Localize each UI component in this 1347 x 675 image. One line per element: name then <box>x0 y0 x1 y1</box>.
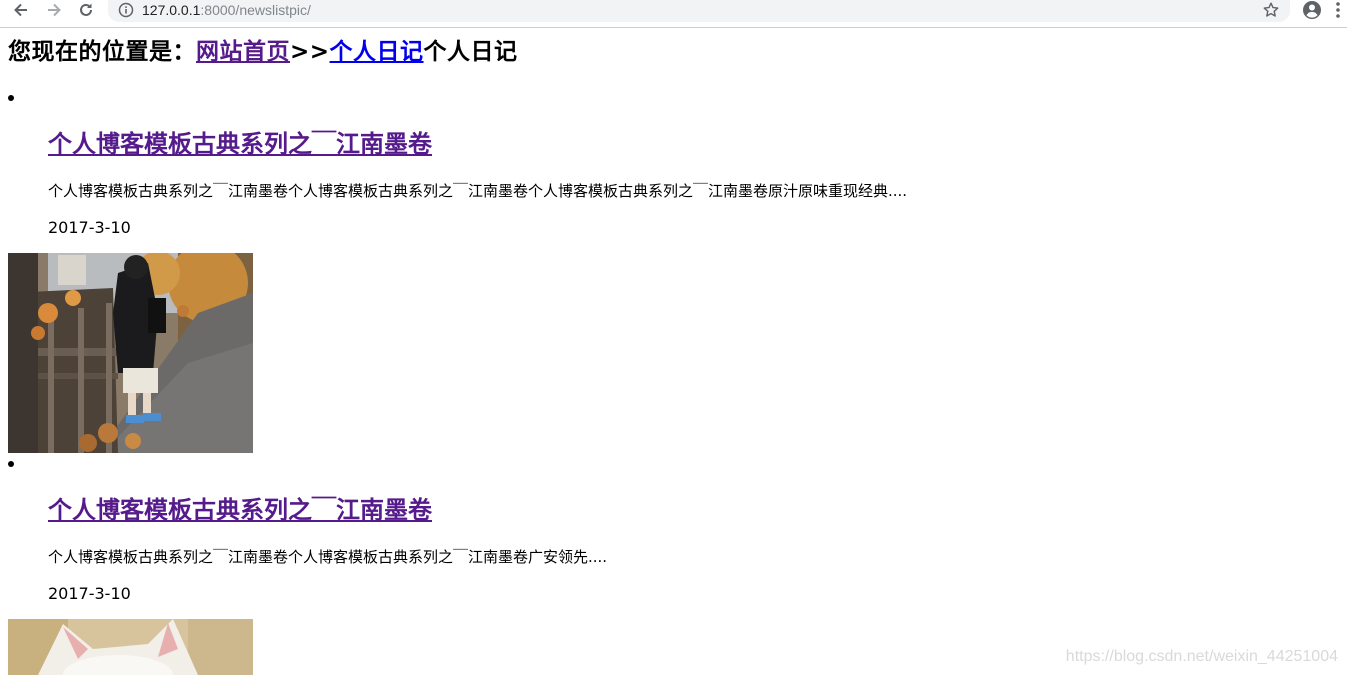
forward-button[interactable] <box>41 0 67 20</box>
article-date: 2017-3-10 <box>48 584 131 603</box>
list-bullet <box>8 95 14 101</box>
breadcrumb: 您现在的位置是：网站首页>>个人日记个人日记 <box>8 37 518 67</box>
back-button[interactable] <box>8 0 34 20</box>
watermark: https://blog.csdn.net/weixin_44251004 <box>1065 648 1338 665</box>
url-host: 127.0.0.1 <box>142 2 201 18</box>
more-vert-icon[interactable] <box>1335 1 1341 19</box>
address-bar[interactable]: 127.0.0.1:8000/newslistpic/ <box>108 0 1290 22</box>
article-image[interactable] <box>8 619 253 675</box>
article-title-link[interactable]: 个人博客模板古典系列之￣江南墨卷 <box>48 129 432 159</box>
url-text[interactable]: 127.0.0.1:8000/newslistpic/ <box>142 1 311 19</box>
article-title-link[interactable]: 个人博客模板古典系列之￣江南墨卷 <box>48 495 432 525</box>
white-cat-photo <box>8 619 253 675</box>
forward-arrow-icon <box>48 3 61 17</box>
breadcrumb-category-link[interactable]: 个人日记 <box>330 39 424 65</box>
list-bullet <box>8 461 14 467</box>
browser-toolbar: 127.0.0.1:8000/newslistpic/ <box>0 0 1347 28</box>
list-item: 个人博客模板古典系列之￣江南墨卷 个人博客模板古典系列之￣江南墨卷个人博客模板古… <box>0 95 1347 453</box>
profile-icon[interactable] <box>1302 0 1322 20</box>
article-image[interactable] <box>8 253 253 453</box>
star-icon[interactable] <box>1262 1 1280 19</box>
url-path: :8000/newslistpic/ <box>200 2 311 18</box>
reload-button[interactable] <box>73 0 99 20</box>
article-summary: 个人博客模板古典系列之￣江南墨卷个人博客模板古典系列之￣江南墨卷个人博客模板古典… <box>48 182 908 200</box>
list-item: 个人博客模板古典系列之￣江南墨卷 个人博客模板古典系列之￣江南墨卷个人博客模板古… <box>0 461 1347 675</box>
back-arrow-icon <box>14 3 27 17</box>
page-content: 您现在的位置是：网站首页>>个人日记个人日记 个人博客模板古典系列之￣江南墨卷 … <box>0 28 1347 675</box>
breadcrumb-current: 个人日记 <box>423 39 518 65</box>
article-date: 2017-3-10 <box>48 218 131 237</box>
breadcrumb-separator: >> <box>290 39 330 65</box>
breadcrumb-prefix: 您现在的位置是： <box>8 39 196 65</box>
info-icon[interactable] <box>118 2 134 18</box>
autumn-boardwalk-photo <box>8 253 253 453</box>
reload-icon <box>80 3 92 16</box>
breadcrumb-home-link[interactable]: 网站首页 <box>196 39 290 65</box>
article-summary: 个人博客模板古典系列之￣江南墨卷个人博客模板古典系列之￣江南墨卷广安领先.... <box>48 548 608 566</box>
